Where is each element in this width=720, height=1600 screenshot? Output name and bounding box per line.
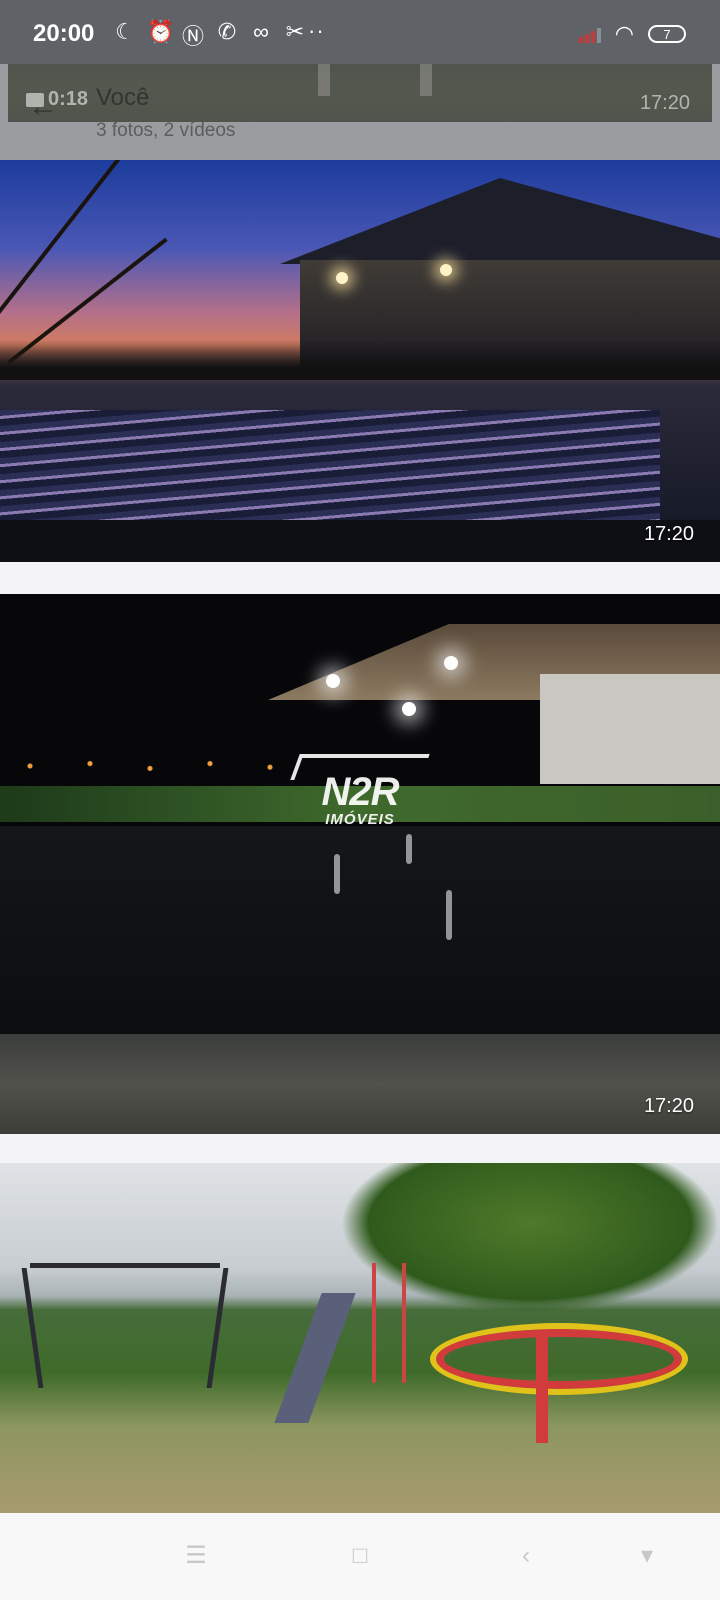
media-item-night-pool[interactable]: N2R IMÓVEIS 17:20 <box>0 594 720 1134</box>
more-icon: ·· <box>308 18 325 43</box>
merry-go-round <box>430 1323 688 1395</box>
pool-edge <box>0 520 720 562</box>
light-reflection <box>334 854 340 894</box>
pool-water <box>0 826 720 1034</box>
city-lights <box>0 754 300 778</box>
lamp-light <box>444 656 458 670</box>
lamp-light <box>326 674 340 688</box>
viewer-header: 0:18 ← Você 3 fotos, 2 vídeos 17:20 <box>0 60 720 160</box>
media-count: 3 fotos, 2 vídeos <box>96 120 236 141</box>
light-reflection <box>446 890 452 940</box>
media-item-playground[interactable] <box>0 1163 720 1513</box>
media-timestamp: 17:20 <box>643 1095 694 1117</box>
lamp-light <box>402 702 416 716</box>
battery-level: 7 <box>663 26 671 42</box>
slide-ladder <box>372 1263 406 1383</box>
menu-icon[interactable]: ☰ <box>181 1541 211 1571</box>
treeline <box>0 340 720 380</box>
alarm-icon: ⏰ <box>147 19 175 44</box>
outdoor-kitchen <box>540 674 720 784</box>
lamp-light <box>440 264 452 276</box>
swing-set <box>30 1263 220 1388</box>
whatsapp-icon: ✆ <box>217 19 237 44</box>
status-system-icons: ◠ 7 <box>578 21 686 47</box>
status-time: 20:00 <box>33 20 95 47</box>
signal-icon <box>578 25 601 43</box>
lamp-light <box>336 272 348 284</box>
gazebo-roof <box>280 178 720 264</box>
status-notification-icons: ☾ ⏰ Ⓝ ✆ ∞ ✂ <box>113 19 307 51</box>
status-bar: 20:00 ☾ ⏰ Ⓝ ✆ ∞ ✂ ·· ◠ 7 <box>0 0 720 64</box>
assistant-icon[interactable]: ▾ <box>632 1541 662 1571</box>
wifi-icon: ◠ <box>614 21 634 46</box>
media-timestamp: 17:20 <box>643 523 694 545</box>
watermark-sub: IMÓVEIS <box>325 811 395 828</box>
pool-deck <box>0 1034 720 1134</box>
voicemail-icon: ∞ <box>253 19 269 44</box>
battery-icon: 7 <box>648 25 686 43</box>
capcut-icon: ✂ <box>285 19 305 44</box>
nfc-icon: Ⓝ <box>181 24 204 49</box>
house-roof-icon <box>290 754 430 780</box>
n2r-watermark-logo: N2R IMÓVEIS <box>290 754 430 844</box>
tree-branch <box>0 160 124 314</box>
merry-go-round-post <box>536 1333 548 1443</box>
media-item-sunset-pool[interactable]: 17:20 <box>0 160 720 562</box>
slide <box>274 1293 356 1423</box>
chat-title: Você <box>96 84 150 111</box>
back-arrow-icon[interactable]: ← <box>28 92 58 122</box>
peek-timestamp: 17:20 <box>639 92 690 114</box>
moon-icon: ☾ <box>115 19 135 44</box>
back-icon[interactable]: ‹ <box>511 1541 541 1571</box>
pool-water <box>0 410 660 520</box>
home-icon[interactable]: □ <box>345 1541 375 1571</box>
navigation-bar: ☰ □ ‹ ▾ <box>0 1513 720 1600</box>
